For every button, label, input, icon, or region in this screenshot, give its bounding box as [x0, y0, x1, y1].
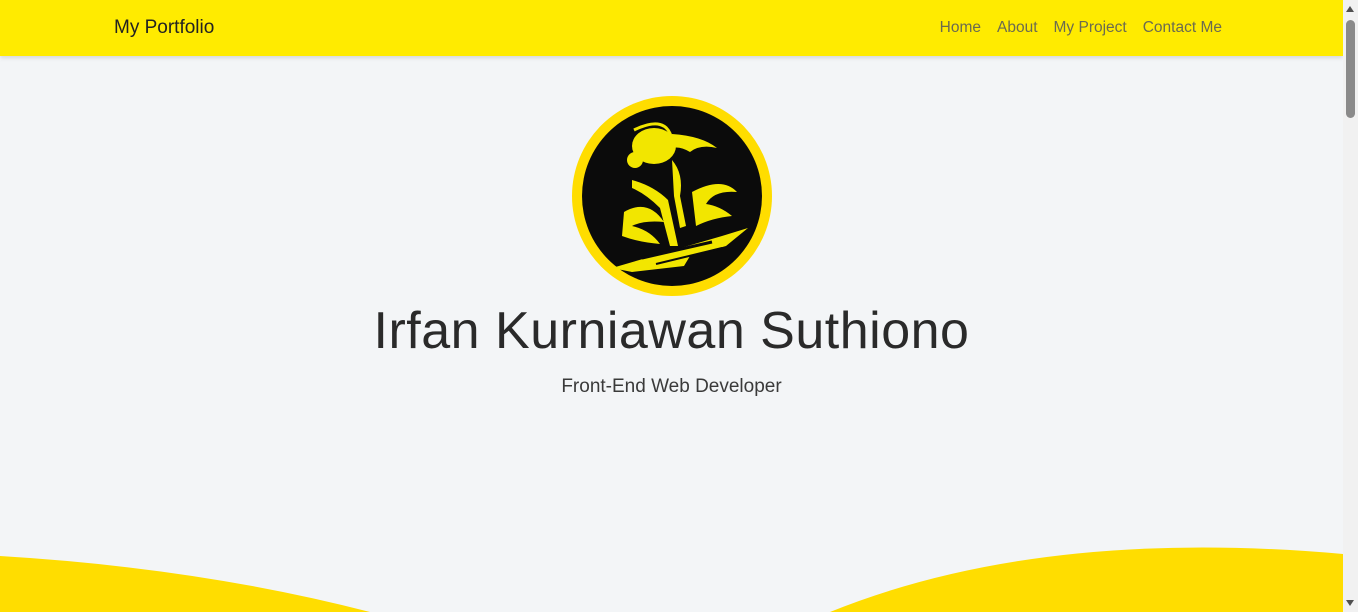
hero-section: Irfan Kurniawan Suthiono Front-End Web D…	[0, 56, 1343, 612]
scrollbar-thumb[interactable]	[1346, 20, 1355, 118]
nav-link-my-project[interactable]: My Project	[1054, 19, 1127, 37]
nav-links: Home About My Project Contact Me	[940, 19, 1222, 37]
nav-link-home[interactable]: Home	[940, 19, 981, 37]
nav-link-contact-me[interactable]: Contact Me	[1143, 19, 1222, 37]
stylized-figure-logo-icon	[582, 106, 762, 286]
navbar: My Portfolio Home About My Project Conta…	[0, 0, 1343, 56]
profile-avatar	[572, 96, 772, 296]
nav-link-about[interactable]: About	[997, 19, 1038, 37]
page: My Portfolio Home About My Project Conta…	[0, 0, 1343, 612]
scroll-down-arrow-icon[interactable]	[1346, 600, 1354, 606]
hero-role: Front-End Web Developer	[561, 376, 782, 397]
footer-wave	[0, 547, 1343, 612]
scroll-up-arrow-icon[interactable]	[1346, 6, 1354, 12]
brand-link[interactable]: My Portfolio	[114, 17, 214, 39]
hero-name: Irfan Kurniawan Suthiono	[373, 302, 970, 360]
scrollbar[interactable]	[1343, 0, 1358, 612]
